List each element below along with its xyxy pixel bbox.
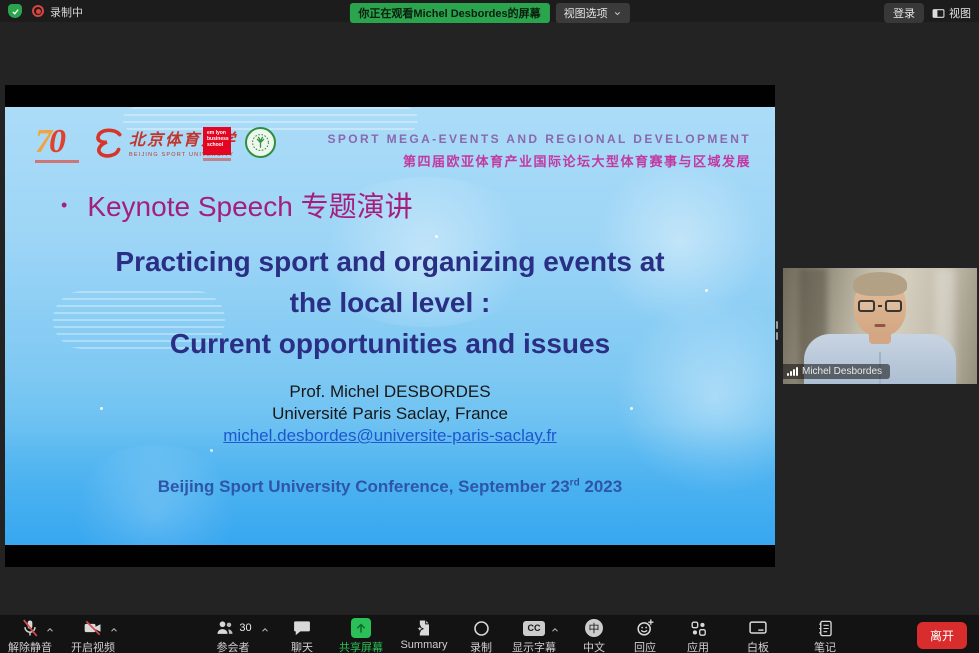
sign-in-button[interactable]: 登录 bbox=[884, 3, 924, 23]
chevron-up-icon[interactable] bbox=[109, 622, 119, 640]
participant-name-label: Michel Desbordes bbox=[783, 364, 890, 379]
green-emblem-logo bbox=[245, 127, 276, 158]
speaker-affiliation: Université Paris Saclay, France bbox=[5, 403, 775, 425]
title-line-3: Current opportunities and issues bbox=[5, 323, 775, 364]
emlyon-logo: em lyon business school bbox=[203, 127, 231, 161]
notes-icon bbox=[816, 619, 835, 638]
person-glasses bbox=[858, 300, 902, 312]
presentation-slide: 70 北京体育大学 BEIJING SPORT UNIVERSITY em ly… bbox=[5, 107, 775, 545]
chevron-up-icon[interactable] bbox=[260, 622, 270, 640]
share-screen-label: 共享屏幕 bbox=[339, 639, 383, 653]
captions-icon: CC bbox=[523, 621, 545, 636]
notes-button[interactable]: 笔记 bbox=[807, 618, 843, 653]
show-captions-button[interactable]: CC 显示字幕 bbox=[509, 618, 559, 653]
recording-status-label: 录制中 bbox=[50, 4, 83, 20]
share-screen-active-icon bbox=[351, 618, 371, 638]
summary-button[interactable]: Summary bbox=[394, 618, 454, 651]
bullet-point: • bbox=[61, 195, 67, 216]
reactions-button[interactable]: 回应 bbox=[626, 618, 664, 653]
person-hair bbox=[853, 272, 907, 296]
shared-screen-area: 70 北京体育大学 BEIJING SPORT UNIVERSITY em ly… bbox=[5, 85, 775, 567]
signal-strength-icon bbox=[787, 367, 798, 376]
slide-title: Practicing sport and organizing events a… bbox=[5, 241, 775, 364]
microphone-muted-icon bbox=[20, 618, 40, 638]
language-label: 中文 bbox=[583, 639, 605, 653]
document-sparkle-icon bbox=[414, 618, 434, 638]
chat-bubble-icon bbox=[292, 618, 312, 638]
show-captions-label: 显示字幕 bbox=[512, 639, 556, 653]
conference-footer: Beijing Sport University Conference, Sep… bbox=[5, 477, 775, 497]
watching-screen-banner: 你正在观看Michel Desbordes的屏幕 bbox=[349, 3, 549, 23]
tree-figure-icon bbox=[251, 133, 270, 152]
meeting-top-bar: 录制中 你正在观看Michel Desbordes的屏幕 视图选项 登录 视图 bbox=[0, 0, 979, 22]
participant-video-tile[interactable]: Michel Desbordes bbox=[783, 268, 977, 384]
footer-text: Beijing Sport University Conference, Sep… bbox=[158, 477, 570, 496]
emlyon-caption-bar bbox=[203, 158, 231, 161]
anniversary-70-logo: 70 bbox=[35, 125, 79, 163]
keynote-text: Keynote Speech 专题演讲 bbox=[87, 185, 412, 225]
share-screen-button[interactable]: 共享屏幕 bbox=[338, 618, 384, 653]
participants-icon bbox=[214, 618, 236, 638]
title-line-1: Practicing sport and organizing events a… bbox=[5, 241, 775, 282]
person-mouth bbox=[875, 324, 886, 327]
view-layout-button[interactable]: 视图 bbox=[932, 5, 971, 21]
participants-count: 30 bbox=[239, 622, 251, 634]
chat-button[interactable]: 聊天 bbox=[282, 618, 322, 653]
recording-icon bbox=[32, 5, 44, 17]
panel-resize-handle[interactable] bbox=[776, 321, 778, 340]
apps-button[interactable]: 应用 bbox=[680, 618, 716, 653]
whiteboard-label: 白板 bbox=[747, 639, 769, 653]
reactions-smiley-icon bbox=[635, 618, 655, 638]
chevron-down-icon bbox=[613, 9, 622, 18]
language-button[interactable]: 中 中文 bbox=[577, 618, 611, 653]
unmute-label: 解除静音 bbox=[8, 639, 52, 653]
camera-off-icon bbox=[82, 618, 104, 638]
apps-label: 应用 bbox=[687, 639, 709, 653]
chevron-up-icon[interactable] bbox=[45, 622, 55, 640]
participants-button[interactable]: 30 参会者 bbox=[205, 618, 261, 653]
speaker-name: Prof. Michel DESBORDES bbox=[5, 381, 775, 403]
reactions-label: 回应 bbox=[634, 639, 656, 653]
speaker-block: Prof. Michel DESBORDES Université Paris … bbox=[5, 381, 775, 447]
zoom-meeting-window: 录制中 你正在观看Michel Desbordes的屏幕 视图选项 登录 视图 bbox=[0, 0, 979, 653]
record-circle-icon bbox=[472, 619, 491, 638]
language-icon: 中 bbox=[585, 619, 603, 637]
participant-name: Michel Desbordes bbox=[802, 366, 882, 377]
view-label: 视图 bbox=[949, 5, 971, 21]
slide-header-english: SPORT MEGA-EVENTS AND REGIONAL DEVELOPME… bbox=[328, 132, 752, 146]
view-options-button[interactable]: 视图选项 bbox=[556, 3, 630, 23]
chevron-up-icon[interactable] bbox=[550, 622, 560, 640]
speaker-email-link[interactable]: michel.desbordes@universite-paris-saclay… bbox=[5, 425, 775, 447]
decor-dot bbox=[210, 449, 213, 452]
summary-label: Summary bbox=[400, 639, 447, 651]
whiteboard-button[interactable]: 白板 bbox=[740, 618, 776, 653]
decor-dot bbox=[435, 235, 438, 238]
footer-year: 2023 bbox=[580, 477, 623, 496]
bsu-swoosh-icon bbox=[91, 125, 125, 159]
unmute-button[interactable]: 解除静音 bbox=[5, 618, 55, 653]
participants-label: 参会者 bbox=[217, 639, 250, 653]
record-button[interactable]: 录制 bbox=[463, 618, 499, 653]
anniversary-0: 0 bbox=[49, 123, 66, 160]
chat-label: 聊天 bbox=[291, 639, 313, 653]
whiteboard-icon bbox=[748, 618, 768, 638]
footer-ordinal: rd bbox=[570, 477, 580, 488]
leave-meeting-button[interactable]: 离开 bbox=[917, 622, 967, 649]
view-options-label: 视图选项 bbox=[564, 5, 608, 21]
title-line-2: the local level : bbox=[5, 282, 775, 323]
layout-view-icon bbox=[932, 8, 945, 19]
emlyon-text: em lyon business school bbox=[203, 127, 231, 155]
start-video-label: 开启视频 bbox=[71, 639, 115, 653]
meeting-control-toolbar: 解除静音 开启视频 bbox=[0, 615, 979, 653]
record-label: 录制 bbox=[470, 639, 492, 653]
security-shield-icon[interactable] bbox=[8, 4, 22, 18]
notes-label: 笔记 bbox=[814, 639, 836, 653]
apps-grid-icon bbox=[689, 619, 708, 638]
slide-header-chinese: 第四届欧亚体育产业国际论坛大型体育赛事与区域发展 bbox=[403, 151, 751, 170]
anniversary-logo-bar bbox=[35, 160, 79, 163]
start-video-button[interactable]: 开启视频 bbox=[68, 618, 118, 653]
keynote-heading: • Keynote Speech 专题演讲 bbox=[61, 185, 413, 225]
